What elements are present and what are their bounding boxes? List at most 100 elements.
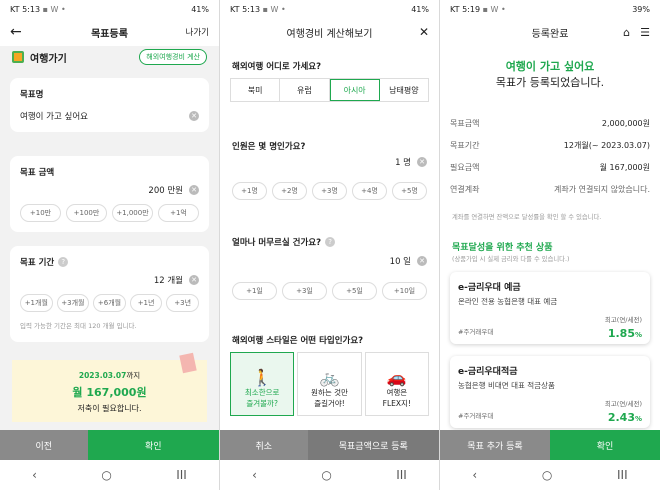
style-option-selective[interactable]: 🚲 원하는 것만 즐길거야! xyxy=(297,352,362,416)
action-bar: 목표 추가 등록 확인 xyxy=(440,430,660,460)
clear-icon[interactable]: ✕ xyxy=(417,256,427,266)
nav-home-icon[interactable]: ○ xyxy=(101,468,111,482)
goal-period-label: 목표 기간 xyxy=(20,258,55,268)
product-rate: 1.85% xyxy=(608,327,642,340)
luggage-icon xyxy=(12,51,24,63)
goal-period-input[interactable]: 12 개월 ✕ xyxy=(20,274,199,286)
stay-chip[interactable]: +3일 xyxy=(282,282,327,300)
region-north-america[interactable]: 북미 xyxy=(231,79,281,101)
system-nav-bar: ‹ ○ III xyxy=(440,460,660,490)
people-chip[interactable]: +4명 xyxy=(352,182,387,200)
amount-chip[interactable]: +1억 xyxy=(158,204,199,222)
stay-chip[interactable]: +1일 xyxy=(232,282,277,300)
bicycle-icon: 🚲 xyxy=(319,368,340,387)
summary-value: 12개월(~ 2023.03.07) xyxy=(563,140,650,150)
system-nav-bar: ‹ ○ III xyxy=(0,460,219,490)
rate-label: 최고(연/세전) xyxy=(604,316,642,324)
header: ← 목표등록 나가기 xyxy=(0,18,219,46)
goal-amount-input[interactable]: 200 만원 ✕ xyxy=(20,184,199,196)
clock: 5:13 xyxy=(22,4,41,14)
confirm-button[interactable]: 확인 xyxy=(550,430,660,460)
status-bar: KT 5:19 ▪ W • 39% xyxy=(440,0,660,18)
style-line1: 최소한으로 xyxy=(244,388,280,397)
clear-icon[interactable]: ✕ xyxy=(189,275,199,285)
register-as-goal-button[interactable]: 목표금액으로 등록 xyxy=(307,430,439,460)
amount-chip[interactable]: +1,000만 xyxy=(112,204,153,222)
header: 여행경비 계산해보기 ✕ xyxy=(220,18,439,46)
amount-chip[interactable]: +100만 xyxy=(66,204,107,222)
help-icon[interactable]: ? xyxy=(58,257,69,267)
amount-chip[interactable]: +10만 xyxy=(20,204,61,222)
close-icon[interactable]: ✕ xyxy=(419,25,429,39)
system-nav-bar: ‹ ○ III xyxy=(220,460,439,490)
style-option-minimal[interactable]: 🚶 최소한으로 즐겨볼까? xyxy=(230,352,295,416)
rate-value: 2.43 xyxy=(607,411,635,424)
nav-back-icon[interactable]: ‹ xyxy=(252,468,257,482)
people-chip[interactable]: +2명 xyxy=(272,182,307,200)
people-chip[interactable]: +1명 xyxy=(232,182,267,200)
goal-period-card: 목표 기간 ? 12 개월 ✕ +1개월 +3개월 +6개월 +1년 +3년 입… xyxy=(10,246,209,342)
prev-button[interactable]: 이전 xyxy=(0,430,88,460)
home-icon[interactable]: ⌂ xyxy=(623,26,630,39)
travel-cost-calc-button[interactable]: 해외여행경비 계산 xyxy=(139,49,207,65)
notification-icons: ▪ W • xyxy=(262,4,286,14)
carrier: KT xyxy=(10,4,20,14)
period-note: 입력 가능한 기간은 최대 120 개월 입니다. xyxy=(20,322,137,330)
style-line2: FLEX지! xyxy=(382,399,411,408)
goal-period-value: 12 개월 xyxy=(153,276,183,286)
carrier: KT xyxy=(450,4,460,14)
summary-note: 2023.03.07까지 월 167,000원 저축이 필요합니다. xyxy=(12,352,207,422)
goal-name-input[interactable]: 여행이 가고 싶어요 ✕ xyxy=(20,110,199,122)
stay-chip[interactable]: +10일 xyxy=(382,282,427,300)
cancel-button[interactable]: 취소 xyxy=(220,430,308,460)
region-europe[interactable]: 유럽 xyxy=(280,79,330,101)
action-bar: 이전 확인 xyxy=(0,430,219,460)
help-icon[interactable]: ? xyxy=(325,237,336,247)
product-card[interactable]: e-금리우대 예금 온라인 전용 농협은행 대표 예금 최고(연/세전) #주거… xyxy=(450,272,650,344)
product-card[interactable]: e-금리우대적금 농협은행 비대면 대표 적금상품 최고(연/세전) #주거래우… xyxy=(450,356,650,428)
style-option-flex[interactable]: 🚗 여행은 FLEX지! xyxy=(364,352,429,416)
nav-recent-icon[interactable]: III xyxy=(176,468,187,482)
summary-row: 연결계좌 계좌가 연결되지 않았습니다. xyxy=(440,178,660,200)
goal-name-value: 여행이 가고 싶어요 xyxy=(20,112,88,122)
people-chip[interactable]: +3명 xyxy=(312,182,347,200)
region-south-pacific[interactable]: 남태평양 xyxy=(380,79,428,101)
period-chip[interactable]: +1년 xyxy=(129,294,163,312)
menu-icon[interactable]: ☰ xyxy=(640,26,650,39)
stay-chip[interactable]: +5일 xyxy=(332,282,377,300)
summary-until: 까지 xyxy=(126,371,141,380)
back-arrow-icon[interactable]: ← xyxy=(10,24,22,40)
period-chip[interactable]: +1개월 xyxy=(20,294,53,312)
stay-input[interactable]: 10 일 ✕ xyxy=(390,255,427,267)
summary-date: 2023.03.07 xyxy=(78,371,127,380)
people-chip[interactable]: +5명 xyxy=(392,182,427,200)
nav-back-icon[interactable]: ‹ xyxy=(32,468,37,482)
goal-amount-label: 목표 금액 xyxy=(20,168,55,178)
clear-icon[interactable]: ✕ xyxy=(189,185,199,195)
clear-icon[interactable]: ✕ xyxy=(417,157,427,167)
clear-icon[interactable]: ✕ xyxy=(189,111,199,121)
period-chip[interactable]: +6개월 xyxy=(93,294,126,312)
action-bar: 취소 목표금액으로 등록 xyxy=(220,430,439,460)
travel-cost-calculator-screen: KT 5:13 ▪ W • 41% 여행경비 계산해보기 ✕ 해외여행 어디로 … xyxy=(220,0,439,490)
goal-name-card: 목표명 여행이 가고 싶어요 ✕ xyxy=(10,78,209,132)
people-input[interactable]: 1 명 ✕ xyxy=(395,156,427,168)
goal-name-label: 목표명 xyxy=(20,90,44,100)
period-chips: +1개월 +3개월 +6개월 +1년 +3년 xyxy=(20,294,199,312)
region-asia[interactable]: 아시아 xyxy=(329,79,380,101)
nav-home-icon[interactable]: ○ xyxy=(321,468,331,482)
nav-recent-icon[interactable]: III xyxy=(617,468,628,482)
walking-traveler-icon: 🚶 xyxy=(252,368,273,387)
people-chips: +1명 +2명 +3명 +4명 +5명 xyxy=(232,182,427,200)
nav-back-icon[interactable]: ‹ xyxy=(472,468,477,482)
add-goal-button[interactable]: 목표 추가 등록 xyxy=(440,430,550,460)
nav-home-icon[interactable]: ○ xyxy=(542,468,552,482)
status-bar: KT 5:13 ▪ W • 41% xyxy=(0,0,219,18)
confirm-button[interactable]: 확인 xyxy=(87,430,219,460)
nav-recent-icon[interactable]: III xyxy=(396,468,407,482)
amount-chips: +10만 +100만 +1,000만 +1억 xyxy=(20,204,199,222)
exit-button[interactable]: 나가기 xyxy=(186,26,209,38)
notification-icons: ▪ W • xyxy=(42,4,66,14)
period-chip[interactable]: +3개월 xyxy=(56,294,90,312)
period-chip[interactable]: +3년 xyxy=(166,294,199,312)
